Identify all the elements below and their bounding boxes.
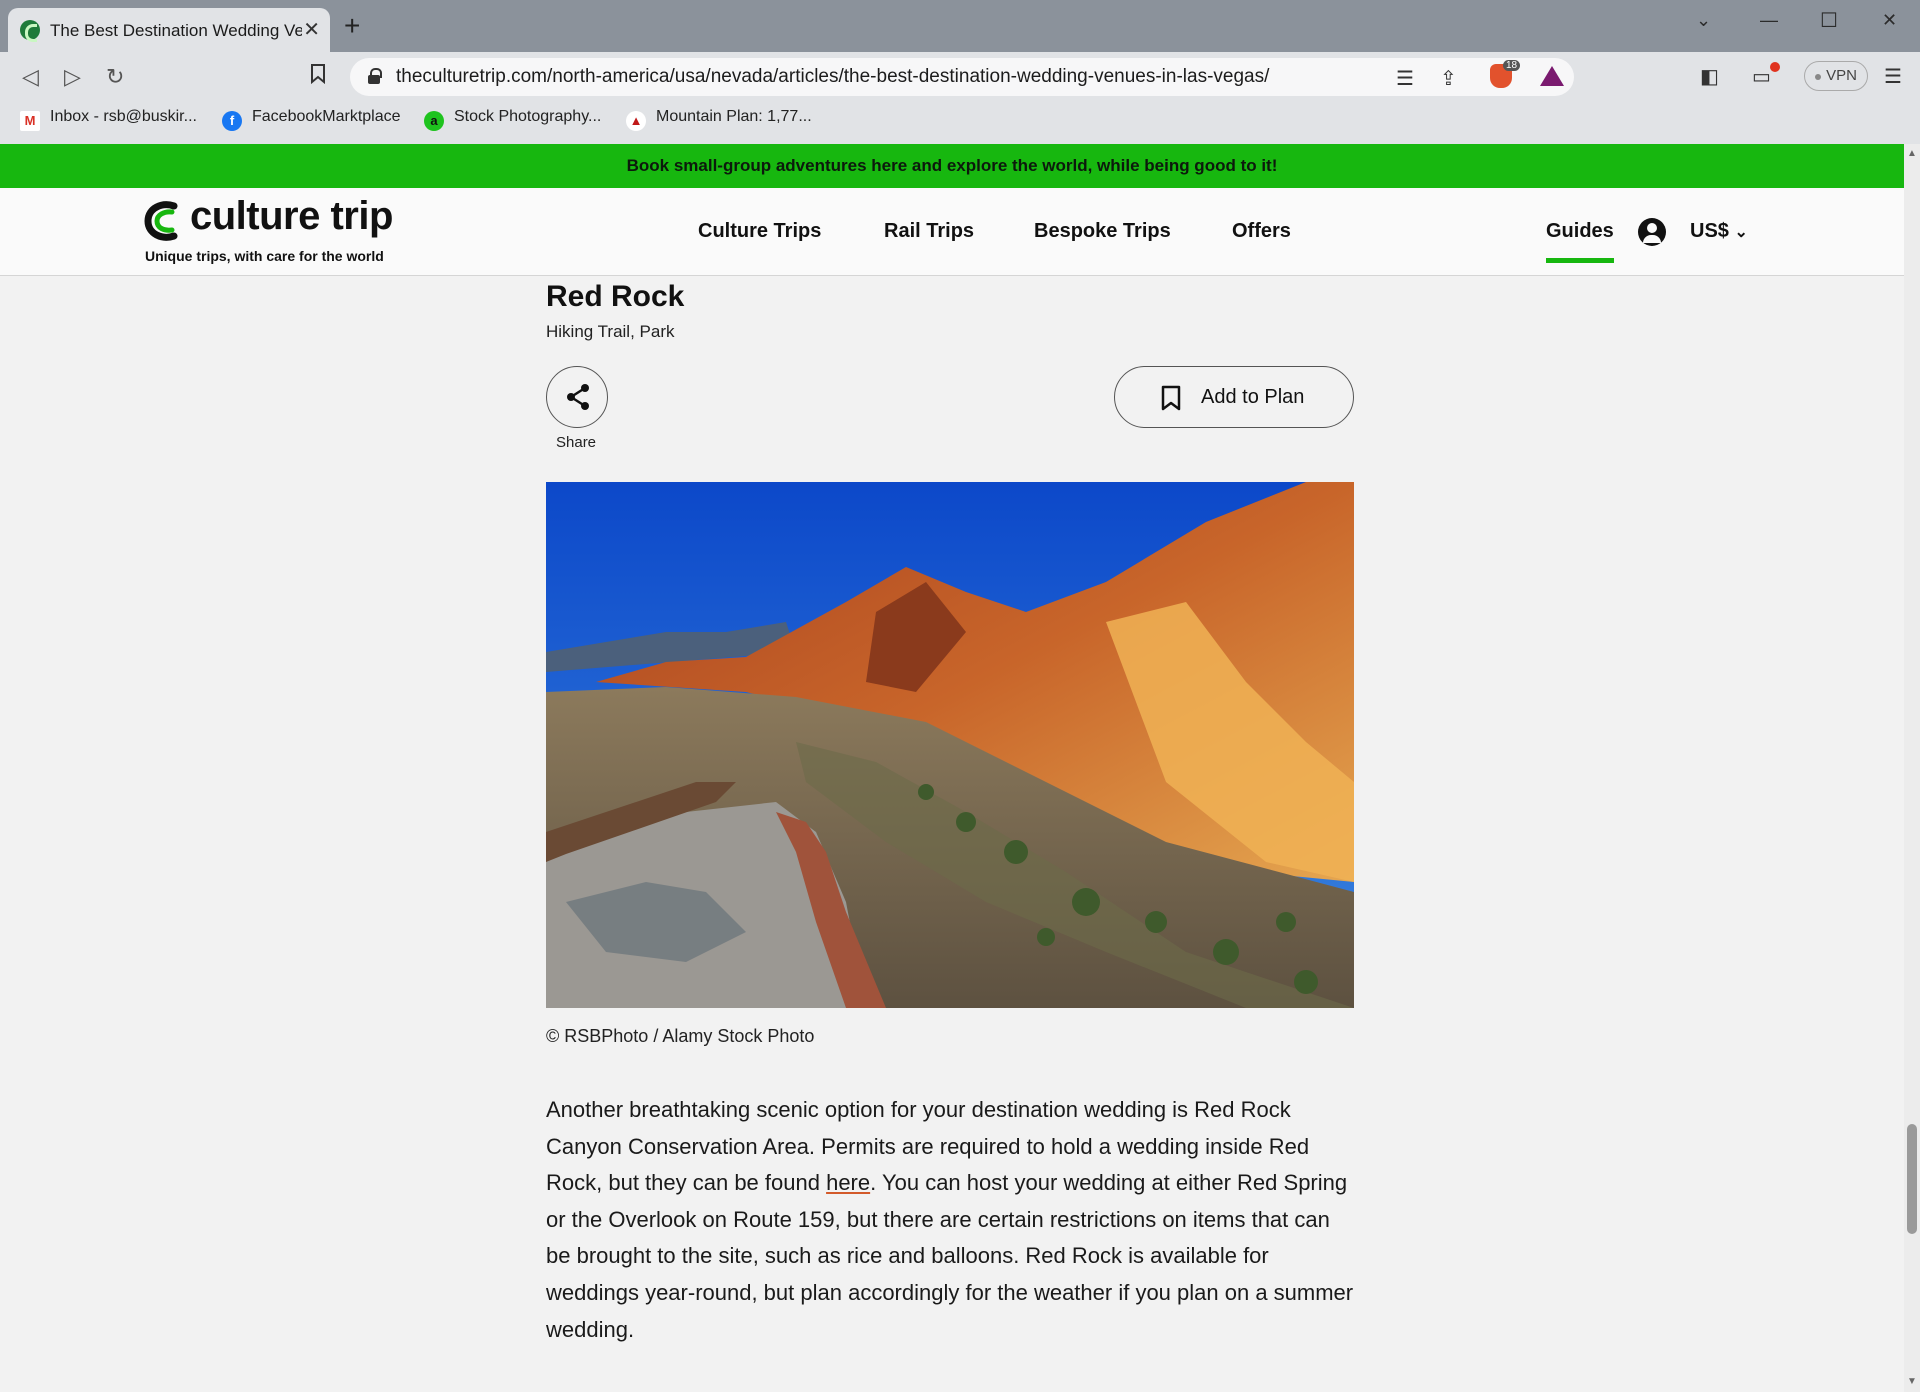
lock-icon: [368, 68, 382, 84]
culture-trip-logo-icon[interactable]: [144, 200, 178, 242]
maximize-icon[interactable]: ☐: [1820, 8, 1838, 33]
bookmark-label: FacebookMarktplace: [252, 108, 401, 125]
new-tab-icon[interactable]: +: [344, 12, 360, 40]
minimize-icon[interactable]: —: [1760, 10, 1778, 31]
page-scrollbar[interactable]: ▲ ▼: [1904, 144, 1920, 1392]
nav-guides[interactable]: Guides: [1546, 220, 1614, 243]
wallet-icon[interactable]: ▭: [1752, 64, 1771, 89]
url-text: theculturetrip.com/north-america/usa/nev…: [396, 66, 1270, 87]
share-icon: [567, 384, 589, 410]
account-icon[interactable]: [1638, 218, 1666, 246]
active-nav-indicator: [1546, 258, 1614, 263]
close-tab-icon[interactable]: ✕: [303, 18, 320, 42]
bookmark-gmail[interactable]: M Inbox - rsb@buskir...: [20, 108, 197, 131]
brave-rewards-icon[interactable]: [1540, 66, 1564, 86]
nav-bespoke-trips[interactable]: Bespoke Trips: [1034, 220, 1171, 243]
nav-offers[interactable]: Offers: [1232, 220, 1291, 243]
back-icon[interactable]: ◁: [22, 64, 39, 90]
promo-banner[interactable]: Book small-group adventures here and exp…: [0, 144, 1904, 188]
scroll-down-icon[interactable]: ▼: [1907, 1376, 1917, 1387]
facebook-icon: f: [222, 111, 242, 131]
reader-mode-icon[interactable]: ☰: [1396, 66, 1414, 91]
sidebar-icon[interactable]: ◧: [1700, 64, 1719, 89]
bookmark-label: Mountain Plan: 1,77...: [656, 108, 812, 125]
bookmark-label: Stock Photography...: [454, 108, 602, 125]
permits-link[interactable]: here: [826, 1170, 870, 1195]
tab-strip: The Best Destination Wedding Venues in L…: [0, 0, 1920, 52]
scroll-up-icon[interactable]: ▲: [1907, 148, 1917, 159]
bookmark-icon: [1161, 385, 1181, 411]
window-close-icon[interactable]: ✕: [1882, 10, 1897, 31]
logo-text[interactable]: culture trip: [190, 194, 393, 239]
scroll-thumb[interactable]: [1907, 1124, 1917, 1234]
bookmark-label: Inbox - rsb@buskir...: [50, 108, 197, 125]
add-to-plan-button[interactable]: Add to Plan: [1114, 366, 1354, 428]
tagline: Unique trips, with care for the world: [145, 248, 384, 264]
chevron-down-icon: ⌄: [1734, 224, 1748, 241]
gmail-icon: M: [20, 111, 40, 131]
shields-count-badge: 18: [1503, 60, 1521, 71]
currency-selector[interactable]: US$ ⌄: [1690, 220, 1748, 243]
venue-type: Hiking Trail, Park: [546, 322, 675, 341]
forward-icon[interactable]: ▷: [64, 64, 81, 90]
bookmark-alamy[interactable]: a Stock Photography...: [424, 108, 601, 131]
browser-tab[interactable]: The Best Destination Wedding Venues in L…: [8, 8, 330, 52]
browser-toolbar: ◁ ▷ ↻ theculturetrip.com/north-america/u…: [0, 52, 1920, 150]
address-bar[interactable]: theculturetrip.com/north-america/usa/nev…: [350, 58, 1574, 96]
culture-trip-favicon-icon: [20, 20, 40, 42]
share-button[interactable]: [546, 366, 608, 428]
site-header: culture trip Unique trips, with care for…: [0, 188, 1904, 276]
mountain-icon: ▲: [626, 111, 646, 131]
share-label: Share: [556, 434, 597, 451]
photo-credit: © RSBPhoto / Alamy Stock Photo: [546, 1026, 815, 1046]
tab-search-chevron-icon[interactable]: ⌄: [1696, 10, 1711, 31]
currency-label: US$: [1690, 220, 1729, 242]
add-to-plan-label: Add to Plan: [1201, 386, 1305, 408]
venue-description: Another breathtaking scenic option for y…: [546, 1092, 1354, 1348]
tab-title: The Best Destination Wedding Venues in L…: [50, 21, 302, 40]
bookmark-facebook[interactable]: f FacebookMarktplace: [222, 108, 401, 131]
bookmarks-bar: M Inbox - rsb@buskir... f FacebookMarktpla…: [0, 98, 1920, 142]
nav-culture-trips[interactable]: Culture Trips: [698, 220, 821, 243]
alamy-icon: a: [424, 111, 444, 131]
bookmark-mountain-plan[interactable]: ▲ Mountain Plan: 1,77...: [626, 108, 812, 131]
red-rock-photo: [546, 482, 1354, 1008]
share-page-icon[interactable]: ⇪: [1440, 66, 1457, 91]
bookmark-page-icon[interactable]: [310, 64, 326, 90]
nav-rail-trips[interactable]: Rail Trips: [884, 220, 974, 243]
reload-icon[interactable]: ↻: [106, 64, 124, 90]
description-text: . You can host your wedding at either Re…: [546, 1170, 1354, 1342]
menu-icon[interactable]: ☰: [1884, 64, 1902, 89]
notification-dot: [1770, 62, 1780, 72]
venue-title: Red Rock: [546, 280, 685, 313]
vpn-button[interactable]: VPN: [1804, 61, 1868, 91]
